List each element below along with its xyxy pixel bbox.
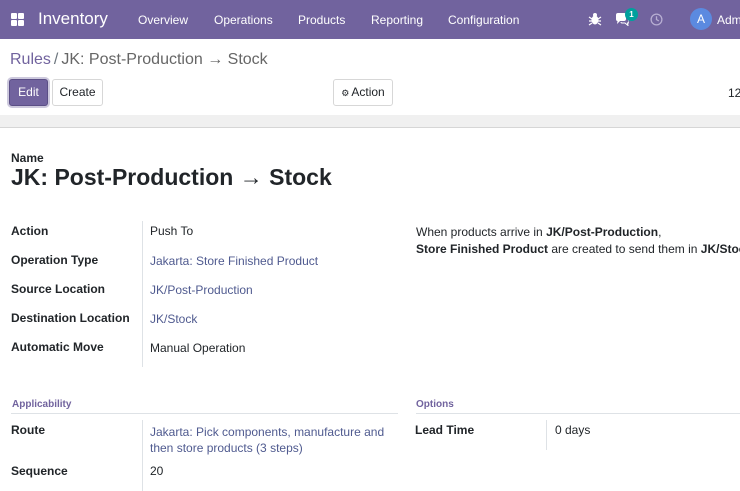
field-column-divider (142, 221, 143, 367)
sequence-label: Sequence (11, 464, 68, 478)
source-location-label: Source Location (11, 282, 106, 296)
action-menu-label: Action (351, 85, 385, 99)
options-section-line (416, 413, 740, 414)
breadcrumb-separator: / (53, 51, 59, 68)
pager-value[interactable]: 12 (728, 86, 740, 100)
gear-icon: ⚙ (341, 88, 350, 98)
create-button[interactable]: Create (52, 79, 103, 106)
messages-badge: 1 (625, 8, 638, 21)
help-product: Store Finished Product (416, 242, 549, 256)
sequence-value: 20 (150, 464, 164, 478)
bug-icon[interactable] (588, 12, 602, 26)
help-source-location: JK/Post-Production (546, 225, 659, 239)
activity-clock-icon[interactable] (650, 13, 663, 26)
menu-configuration[interactable]: Configuration (448, 13, 519, 27)
user-name[interactable]: Adm (717, 13, 740, 27)
menu-reporting[interactable]: Reporting (371, 13, 423, 27)
menu-operations[interactable]: Operations (214, 13, 273, 27)
options-section-title: Options (416, 399, 454, 410)
action-value: Push To (150, 224, 194, 238)
destination-location-link[interactable]: JK/Stock (150, 312, 197, 326)
automatic-move-label: Automatic Move (11, 340, 104, 354)
action-label: Action (11, 224, 49, 238)
lead-time-label: Lead Time (415, 423, 475, 437)
breadcrumb-current: JK: Post-Production → Stock (61, 51, 268, 68)
menu-overview[interactable]: Overview (138, 13, 188, 27)
help-destination-location: JK/Stock (700, 242, 740, 256)
control-panel-divider (0, 115, 740, 128)
automatic-move-value: Manual Operation (150, 341, 246, 355)
action-menu-button[interactable]: ⚙ Action (333, 79, 393, 106)
applicability-section-title: Applicability (12, 399, 72, 410)
top-navbar: Inventory Overview Operations Products R… (0, 0, 740, 39)
record-title: JK: Post-Production → Stock (11, 164, 332, 190)
source-location-link[interactable]: JK/Post-Production (150, 283, 253, 297)
name-label: Name (11, 151, 44, 165)
menu-products[interactable]: Products (298, 13, 345, 27)
breadcrumb-rules-link[interactable]: Rules (10, 51, 51, 68)
operation-type-label: Operation Type (11, 253, 99, 267)
apps-menu-icon[interactable] (11, 13, 24, 26)
edit-button[interactable]: Edit (9, 79, 48, 106)
destination-location-label: Destination Location (11, 311, 130, 325)
route-label: Route (11, 423, 45, 437)
options-column-divider (546, 420, 547, 450)
lead-time-value: 0 days (555, 423, 591, 437)
route-link[interactable]: Jakarta: Pick components, manufacture an… (150, 424, 384, 456)
applicability-section-line (11, 413, 398, 414)
app-name[interactable]: Inventory (38, 9, 108, 29)
operation-type-link[interactable]: Jakarta: Store Finished Product (150, 254, 318, 268)
breadcrumb: Rules / JK: Post-Production → Stock (10, 51, 268, 69)
applicability-column-divider (142, 420, 143, 491)
rule-help-text: When products arrive in JK/Post-Producti… (416, 224, 740, 258)
user-avatar[interactable]: A (690, 8, 712, 30)
